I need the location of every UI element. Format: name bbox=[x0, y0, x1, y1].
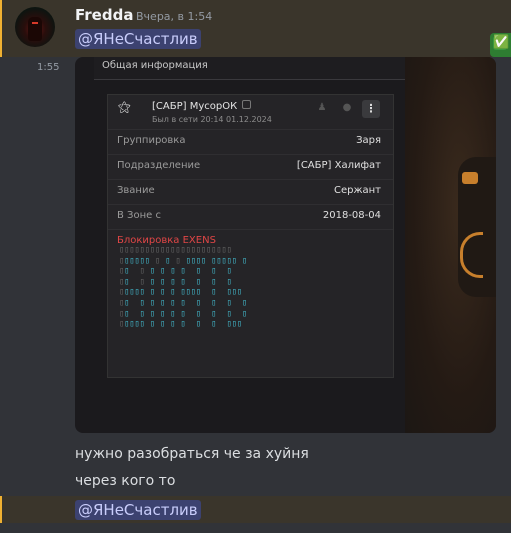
more-options-icon: ⋮ bbox=[362, 100, 380, 118]
field-row: Звание Сержант bbox=[108, 179, 393, 204]
username[interactable]: Fredda bbox=[75, 6, 133, 24]
message-line: нужно разобраться че за хуйня bbox=[75, 446, 309, 462]
character-art bbox=[458, 157, 496, 297]
profile-card: ⚝ [САБР] МусорОК Был в сети 20:14 01.12.… bbox=[107, 94, 394, 378]
field-row: В Зоне с 2018-08-04 bbox=[108, 204, 393, 229]
field-row: Группировка Заря bbox=[108, 129, 393, 154]
chat-icon: ● bbox=[342, 102, 352, 113]
message-timestamp[interactable]: Вчера, в 1:54 bbox=[136, 10, 212, 23]
profile-name: [САБР] МусорОК bbox=[152, 100, 252, 112]
mention[interactable]: @ЯНеСчастлив bbox=[75, 29, 201, 49]
avatar[interactable] bbox=[15, 7, 55, 47]
wolf-logo-icon: ⚝ bbox=[118, 100, 131, 115]
field-row: Подразделение [САБР] Халифат bbox=[108, 154, 393, 179]
mention[interactable]: @ЯНеСчастлив bbox=[75, 500, 201, 520]
image-attachment[interactable]: Общая информация ⚝ [САБР] МусорОК Был в … bbox=[75, 57, 496, 433]
missing-glyph-text: ▯▯▯▯▯▯▯▯▯▯▯▯▯▯▯▯▯▯▯▯▯▯ ▯▯▯▯▯▯ ▯ ▯ ▯ ▯▯▯▯… bbox=[119, 245, 247, 330]
add-friend-icon: ♟ bbox=[317, 102, 327, 113]
message-line: через кого то bbox=[75, 473, 176, 489]
reaction-check[interactable]: ✅ bbox=[490, 33, 511, 57]
profile-status: Был в сети 20:14 01.12.2024 bbox=[152, 115, 272, 124]
info-header: Общая информация bbox=[94, 57, 405, 80]
copy-icon bbox=[242, 100, 252, 109]
hover-timestamp: 1:55 bbox=[37, 62, 60, 73]
check-mark-icon: ✅ bbox=[493, 35, 510, 50]
